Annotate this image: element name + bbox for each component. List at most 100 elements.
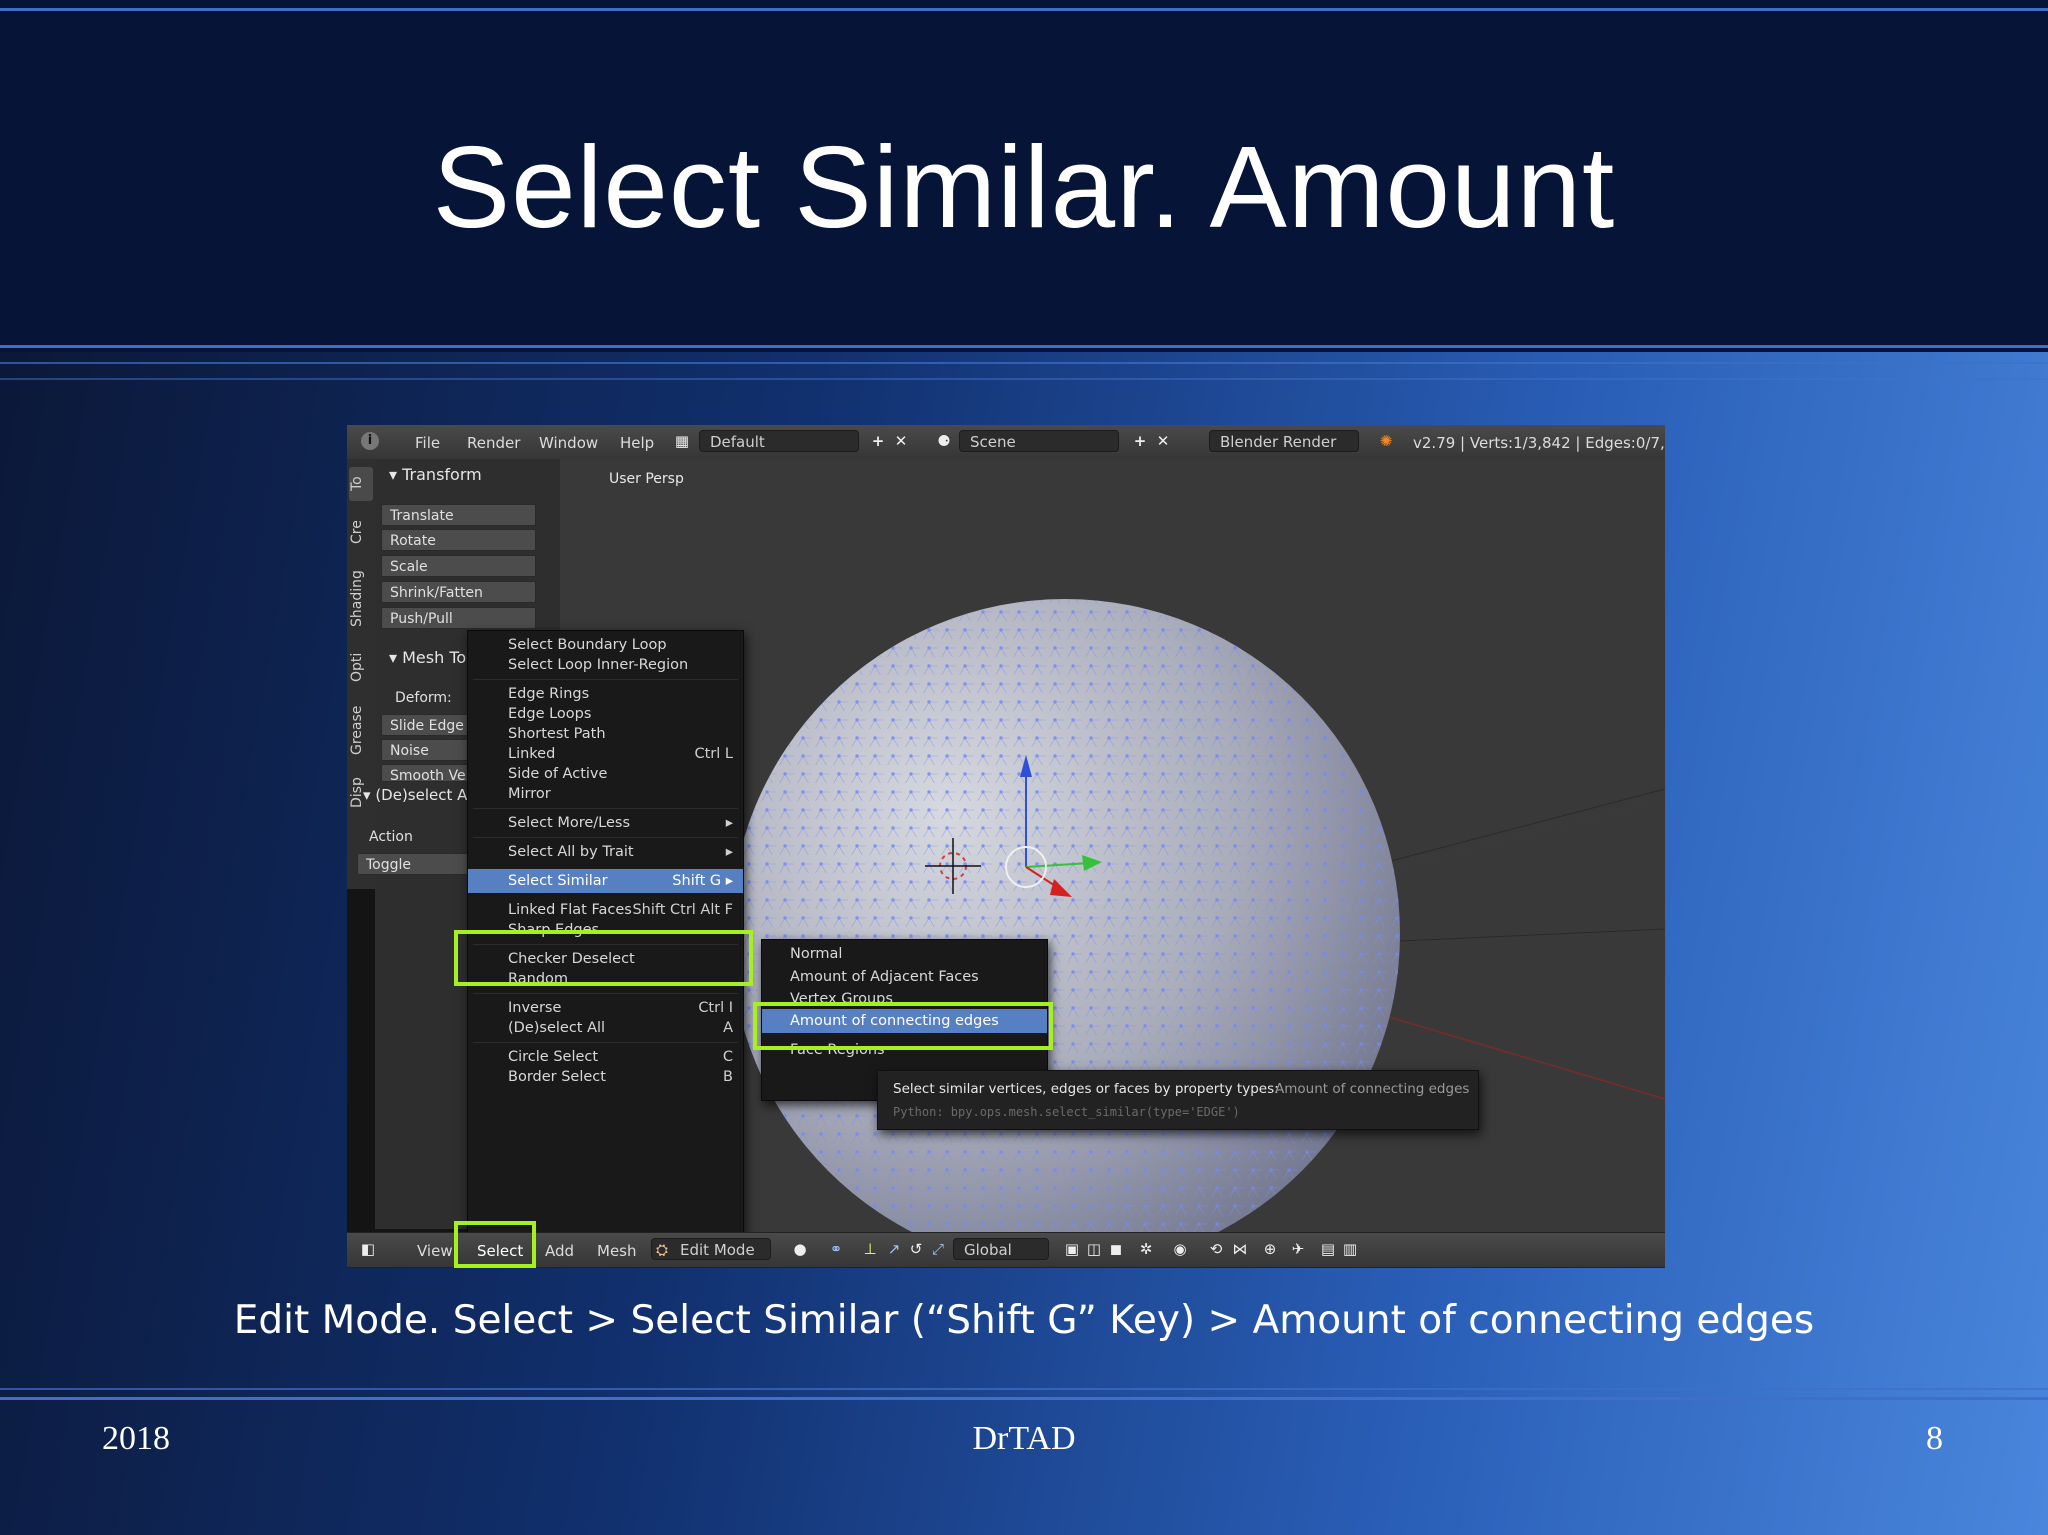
- proportional-edit-icon[interactable]: ◉: [1171, 1240, 1189, 1258]
- info-header: i File Render Window Help ▦ Default + ✕ …: [347, 425, 1665, 460]
- linked-flat-faces-label: Linked Flat Faces: [508, 902, 632, 918]
- menu-window[interactable]: Window: [539, 434, 598, 452]
- deselect-all-label: (De)select All: [508, 1020, 606, 1036]
- menu-view[interactable]: View: [417, 1242, 453, 1260]
- shrink-fatten-button[interactable]: Shrink/Fatten: [381, 581, 536, 603]
- face-select-icon[interactable]: ◼: [1107, 1240, 1125, 1258]
- footer-rule: [0, 1388, 2048, 1390]
- highlight-select-similar: [454, 930, 753, 986]
- edge-select-icon[interactable]: ◫: [1085, 1240, 1103, 1258]
- action-label: Action: [369, 829, 413, 845]
- menu-mesh[interactable]: Mesh: [597, 1242, 637, 1260]
- submenu-arrow-icon: ▸: [725, 844, 733, 860]
- submenu-arrow-icon: ▸: [725, 815, 733, 831]
- menu-help[interactable]: Help: [620, 434, 654, 452]
- render-image-icon[interactable]: ▤: [1319, 1240, 1337, 1258]
- edge-rings-label: Edge Rings: [508, 686, 590, 702]
- menu-render[interactable]: Render: [467, 434, 520, 452]
- similar-adjacent-faces[interactable]: Amount of Adjacent Faces: [762, 965, 1047, 989]
- similar-normal-label: Normal: [790, 946, 843, 962]
- shortest-path-label: Shortest Path: [508, 726, 606, 742]
- menu-separator: [473, 993, 738, 994]
- tab-options[interactable]: Opti: [349, 645, 373, 689]
- blender-logo-icon: ✺: [1379, 432, 1393, 450]
- border-select-label: Border Select: [508, 1069, 606, 1085]
- info-icon[interactable]: i: [361, 432, 379, 450]
- remove-scene-icon[interactable]: ✕: [1154, 432, 1172, 450]
- menu-select-all-by-trait[interactable]: Select All by Trait ▸: [468, 840, 743, 864]
- similar-normal[interactable]: Normal: [762, 942, 1047, 966]
- menu-separator: [473, 1042, 738, 1043]
- translate-manipulator-icon[interactable]: ↗: [885, 1240, 903, 1258]
- layout-field[interactable]: Default: [699, 430, 859, 452]
- similar-adjacent-faces-label: Amount of Adjacent Faces: [790, 969, 979, 985]
- add-scene-icon[interactable]: +: [1131, 432, 1149, 450]
- occlude-geometry-icon[interactable]: ✲: [1137, 1240, 1155, 1258]
- menu-add[interactable]: Add: [545, 1242, 574, 1260]
- tab-create[interactable]: Cre: [349, 511, 373, 553]
- select-more-less-label: Select More/Less: [508, 815, 631, 831]
- border-select-shortcut: B: [723, 1069, 733, 1085]
- snap-target-icon[interactable]: ⊕: [1261, 1240, 1279, 1258]
- pivot-point-icon[interactable]: ⚭: [827, 1240, 845, 1258]
- tab-tools[interactable]: To: [349, 467, 373, 501]
- orientation-field[interactable]: Global: [953, 1238, 1049, 1260]
- render-anim-icon[interactable]: ▥: [1341, 1240, 1359, 1258]
- opengl-render-icon[interactable]: ✈: [1289, 1240, 1307, 1258]
- mesh-tools-panel-head[interactable]: ▾ Mesh To: [389, 648, 466, 667]
- scene-stats: v2.79 | Verts:1/3,842 | Edges:0/7,680: [1413, 434, 1665, 452]
- menu-select-loop-inner-region[interactable]: Select Loop Inner-Region: [468, 653, 743, 677]
- footer-rule-2: [0, 1397, 2048, 1400]
- render-engine-field[interactable]: Blender Render: [1209, 430, 1359, 452]
- scene-icon[interactable]: ⚈: [935, 432, 953, 450]
- editor-type-icon[interactable]: ◧: [359, 1240, 377, 1258]
- circle-select-label: Circle Select: [508, 1049, 599, 1065]
- mode-label: Edit Mode: [680, 1241, 755, 1259]
- menu-border-select[interactable]: Border Select B: [468, 1065, 743, 1089]
- scene-field[interactable]: Scene: [959, 430, 1119, 452]
- select-boundary-loop-label: Select Boundary Loop: [508, 637, 667, 653]
- highlight-connecting-edges: [753, 1002, 1053, 1050]
- vertex-select-icon[interactable]: ▣: [1063, 1240, 1081, 1258]
- mesh-tools-head-label: Mesh To: [402, 648, 467, 667]
- select-loop-inner-region-label: Select Loop Inner-Region: [508, 657, 689, 673]
- viewport-shading-icon[interactable]: ●: [791, 1240, 809, 1258]
- translate-button[interactable]: Translate: [381, 504, 536, 526]
- viewport-label: User Persp: [609, 471, 684, 487]
- snap-icon[interactable]: ⟲: [1207, 1240, 1225, 1258]
- tooltip-value: Amount of connecting edges: [1275, 1081, 1470, 1097]
- scale-manipulator-icon[interactable]: ⤢: [929, 1240, 947, 1258]
- menu-select-more-less[interactable]: Select More/Less ▸: [468, 811, 743, 835]
- remove-layout-icon[interactable]: ✕: [892, 432, 910, 450]
- deselect-panel-head[interactable]: ▾ (De)select A: [363, 786, 467, 804]
- transform-panel-head[interactable]: ▾ Transform: [389, 465, 482, 484]
- side-of-active-label: Side of Active: [508, 766, 608, 782]
- rotate-manipulator-icon[interactable]: ↺: [907, 1240, 925, 1258]
- inverse-label: Inverse: [508, 1000, 562, 1016]
- select-similar-shortcut: Shift G ▸: [672, 873, 733, 889]
- title-rule-2: [0, 362, 2048, 364]
- rotate-button[interactable]: Rotate: [381, 529, 536, 551]
- deform-label: Deform:: [395, 690, 452, 706]
- viewport-header: ◧ View Select Add Mesh Edit Mode ⛭ ● ⚭ ⊥…: [347, 1232, 1665, 1268]
- screen-layout-icon[interactable]: ▦: [673, 432, 691, 450]
- linked-label: Linked: [508, 746, 556, 762]
- menu-mirror[interactable]: Mirror: [468, 782, 743, 806]
- manipulator-toggle-icon[interactable]: ⊥: [861, 1240, 879, 1258]
- edit-mode-icon: ⛭: [655, 1241, 668, 1259]
- snap-element-icon[interactable]: ⋈: [1231, 1240, 1249, 1258]
- menu-file[interactable]: File: [415, 434, 440, 452]
- scale-button[interactable]: Scale: [381, 555, 536, 577]
- tab-grease[interactable]: Grease: [349, 699, 373, 761]
- push-pull-button[interactable]: Push/Pull: [381, 607, 536, 629]
- add-layout-icon[interactable]: +: [869, 432, 887, 450]
- menu-select-similar[interactable]: Select Similar Shift G ▸: [468, 869, 743, 893]
- transform-head-label: Transform: [402, 465, 482, 484]
- tooltip-description: Select similar vertices, edges or faces …: [893, 1081, 1279, 1097]
- select-similar-label: Select Similar: [508, 873, 608, 889]
- tab-shading[interactable]: Shading: [349, 563, 373, 635]
- highlight-select-menu: [454, 1221, 536, 1268]
- menu-deselect-all[interactable]: (De)select All A: [468, 1016, 743, 1040]
- slide-number: 8: [1926, 1420, 1943, 1457]
- slide-title: Select Similar. Amount: [432, 122, 1616, 252]
